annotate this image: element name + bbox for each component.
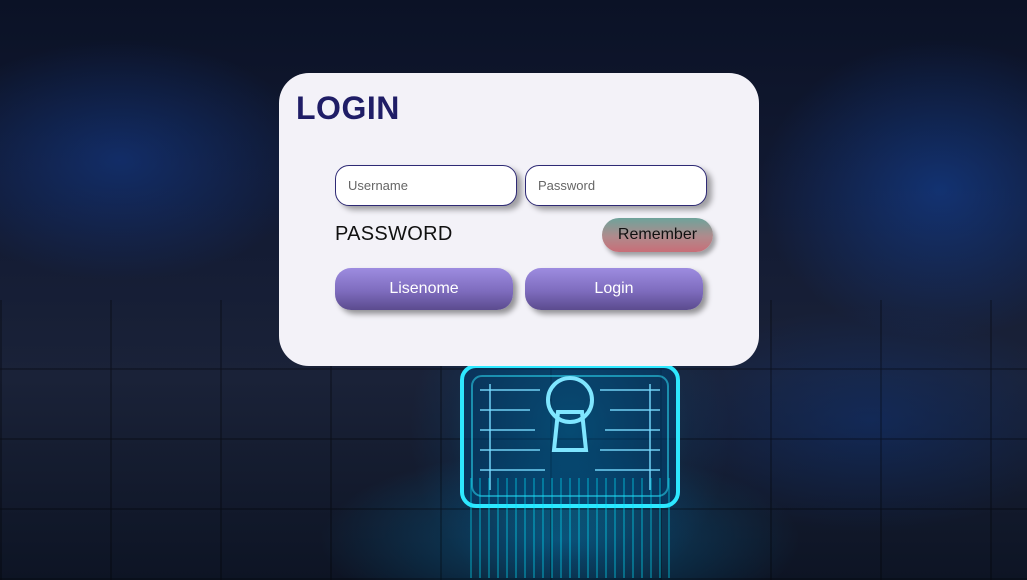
lisenome-button[interactable]: Lisenome [335, 268, 513, 310]
remember-button[interactable]: Remember [602, 218, 713, 252]
password-input[interactable] [525, 165, 707, 206]
login-title: LOGIN [296, 90, 400, 126]
login-button[interactable]: Login [525, 268, 703, 310]
login-card: LOGIN PASSWORD Remember Lisenome Login [279, 73, 759, 366]
padlock-reflection [470, 478, 670, 578]
username-input[interactable] [335, 165, 517, 206]
password-label: PASSWORD [335, 223, 453, 245]
